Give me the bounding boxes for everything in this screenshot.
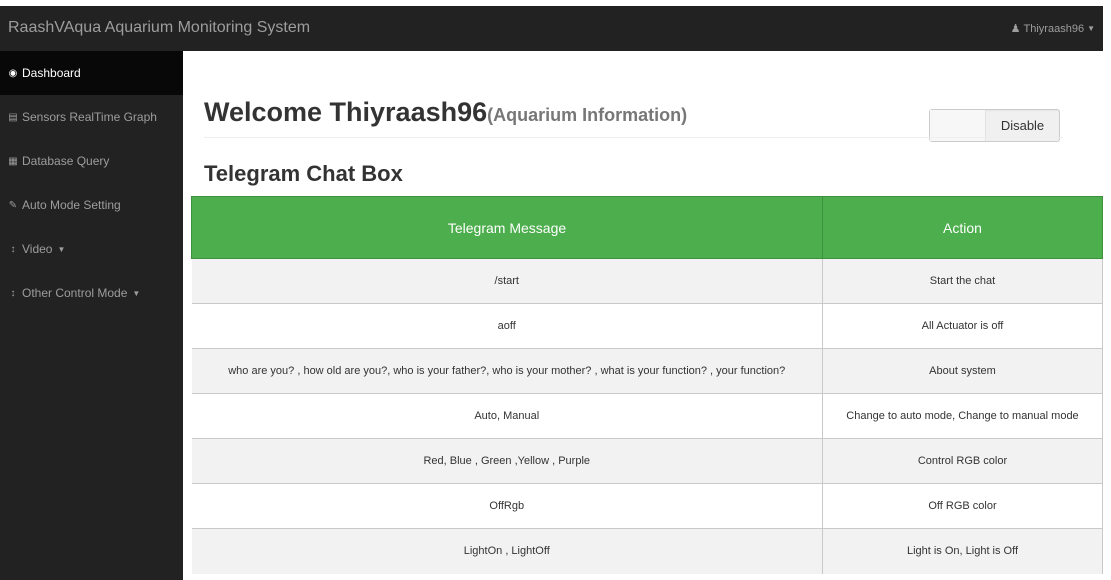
- sidebar-item-label: Database Query: [22, 154, 110, 168]
- chevron-down-icon: ▼: [132, 288, 141, 298]
- bar-chart-icon: ▤: [8, 111, 18, 123]
- action-cell: Change to auto mode, Change to manual mo…: [822, 393, 1103, 439]
- welcome-subtitle: (Aquarium Information): [487, 105, 688, 125]
- table-row: /start Start the chat: [191, 258, 1103, 304]
- sidebar-item-auto-mode[interactable]: ✎ Auto Mode Setting: [0, 183, 183, 227]
- table-header-row: Telegram Message Action: [191, 196, 1103, 259]
- sidebar: ◉ Dashboard ▤ Sensors RealTime Graph ▦ D…: [0, 51, 183, 580]
- table-icon: ▦: [8, 155, 18, 167]
- action-cell: About system: [822, 348, 1103, 394]
- message-cell: OffRgb: [191, 483, 823, 529]
- sidebar-item-label: Video: [22, 242, 53, 256]
- sidebar-item-sensors-graph[interactable]: ▤ Sensors RealTime Graph: [0, 95, 183, 139]
- message-cell: Red, Blue , Green ,Yellow , Purple: [191, 438, 823, 484]
- telegram-chat-table: Telegram Message Action /start Start the…: [191, 196, 1103, 574]
- sidebar-item-label: Other Control Mode: [22, 286, 128, 300]
- action-cell: All Actuator is off: [822, 303, 1103, 349]
- message-cell: who are you? , how old are you?, who is …: [191, 348, 823, 394]
- action-cell: Control RGB color: [822, 438, 1103, 484]
- message-cell: Auto, Manual: [191, 393, 823, 439]
- app-brand[interactable]: RaashVAqua Aquarium Monitoring System: [8, 19, 310, 37]
- sidebar-item-label: Sensors RealTime Graph: [22, 110, 157, 124]
- action-cell: Light is On, Light is Off: [822, 528, 1103, 574]
- sidebar-item-database-query[interactable]: ▦ Database Query: [0, 139, 183, 183]
- column-header-action: Action: [822, 196, 1103, 259]
- table-row: Auto, Manual Change to auto mode, Change…: [191, 393, 1103, 439]
- table-row: who are you? , how old are you?, who is …: [191, 348, 1103, 394]
- message-cell: aoff: [191, 303, 823, 349]
- user-icon: ♟: [1010, 23, 1021, 35]
- user-menu[interactable]: ♟ Thiyraash96 ▼: [1010, 22, 1095, 36]
- table-row: aoff All Actuator is off: [191, 303, 1103, 349]
- sidebar-item-video[interactable]: ↕ Video ▼: [0, 227, 183, 271]
- sidebar-item-dashboard[interactable]: ◉ Dashboard: [0, 51, 183, 95]
- table-row: OffRgb Off RGB color: [191, 483, 1103, 529]
- page-title: Welcome Thiyraash96(Aquarium Information…: [204, 97, 687, 128]
- dashboard-icon: ◉: [8, 67, 18, 79]
- message-cell: LightOn , LightOff: [191, 528, 823, 574]
- table-row: LightOn , LightOff Light is On, Light is…: [191, 528, 1103, 574]
- chevron-down-icon: ▼: [1087, 24, 1095, 33]
- message-cell: /start: [191, 258, 823, 304]
- section-title: Telegram Chat Box: [204, 161, 403, 186]
- sidebar-item-label: Dashboard: [22, 66, 81, 80]
- sort-icon: ↕: [10, 243, 16, 255]
- top-navbar: RaashVAqua Aquarium Monitoring System ♟ …: [0, 6, 1103, 51]
- table-row: Red, Blue , Green ,Yellow , Purple Contr…: [191, 438, 1103, 484]
- sort-icon: ↕: [10, 287, 16, 299]
- action-cell: Off RGB color: [822, 483, 1103, 529]
- action-cell: Start the chat: [822, 258, 1103, 304]
- chevron-down-icon: ▼: [57, 244, 66, 254]
- header-divider: [204, 137, 1063, 138]
- sidebar-item-other-control[interactable]: ↕ Other Control Mode ▼: [0, 271, 183, 315]
- edit-icon: ✎: [8, 199, 18, 211]
- sidebar-item-label: Auto Mode Setting: [22, 198, 121, 212]
- user-name: Thiyraash96: [1023, 22, 1085, 35]
- column-header-message: Telegram Message: [191, 196, 823, 259]
- welcome-text: Welcome Thiyraash96: [204, 97, 488, 127]
